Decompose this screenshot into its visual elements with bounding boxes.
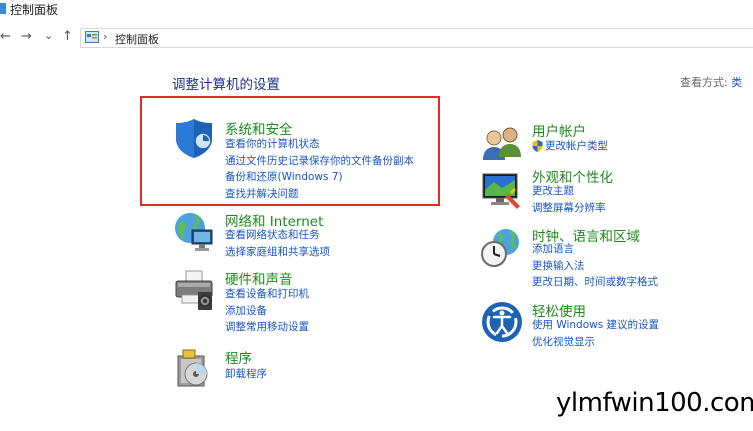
clock-language-links: 添加语言 更换输入法 更改日期、时间或数字格式 (532, 241, 658, 291)
link-change-input-method[interactable]: 更换输入法 (532, 258, 658, 275)
link-optimize-visual-display[interactable]: 优化视觉显示 (532, 334, 659, 351)
programs-disc-icon (177, 349, 208, 387)
appearance-links: 更改主题 调整屏幕分辨率 (532, 183, 606, 216)
link-homegroup-sharing[interactable]: 选择家庭组和共享选项 (225, 244, 330, 261)
watermark: ylmfwin100.com (556, 388, 753, 418)
control-panel-icon (0, 3, 6, 14)
network-internet-links: 查看网络状态和任务 选择家庭组和共享选项 (225, 227, 330, 260)
breadcrumb-separator-icon: › (103, 30, 108, 43)
link-mobility-settings[interactable]: 调整常用移动设置 (225, 319, 309, 336)
link-add-language[interactable]: 添加语言 (532, 241, 658, 258)
link-uninstall-program[interactable]: 卸载程序 (225, 366, 267, 383)
category-system-security[interactable]: 系统和安全 (225, 118, 293, 138)
user-accounts-icon (483, 127, 521, 160)
link-add-device[interactable]: 添加设备 (225, 303, 309, 320)
address-bar[interactable]: › 控制面板 (80, 28, 753, 48)
uac-shield-icon (532, 140, 543, 152)
hardware-sound-links: 查看设备和打印机 添加设备 调整常用移动设置 (225, 286, 309, 336)
view-by-label: 查看方式: (680, 76, 728, 89)
up-icon[interactable]: ↑ (62, 29, 73, 44)
forward-icon[interactable]: → (21, 29, 32, 44)
recent-locations-icon[interactable]: ⌄ (44, 29, 53, 42)
link-network-status[interactable]: 查看网络状态和任务 (225, 227, 330, 244)
link-backup-restore[interactable]: 备份和还原(Windows 7) (225, 169, 414, 186)
link-change-date-time-format[interactable]: 更改日期、时间或数字格式 (532, 274, 658, 291)
shield-icon (176, 119, 212, 158)
ease-of-access-links: 使用 Windows 建议的设置 优化视觉显示 (532, 317, 659, 350)
link-change-account-type[interactable]: 更改帐户类型 (545, 138, 608, 155)
category-hardware-sound[interactable]: 硬件和声音 (225, 268, 293, 288)
window-title: 控制面板 (10, 3, 59, 17)
link-file-history-backup[interactable]: 通过文件历史记录保存你的文件备份副本 (225, 153, 414, 170)
programs-links: 卸载程序 (225, 366, 267, 383)
page-title: 调整计算机的设置 (172, 77, 280, 93)
ease-of-access-icon (482, 302, 522, 342)
breadcrumb-control-panel[interactable]: 控制面板 (115, 31, 159, 47)
system-security-links: 查看你的计算机状态 通过文件历史记录保存你的文件备份副本 备份和还原(Windo… (225, 136, 414, 202)
link-screen-resolution[interactable]: 调整屏幕分辨率 (532, 200, 606, 217)
view-by-dropdown[interactable]: 类 (731, 76, 742, 89)
link-devices-printers[interactable]: 查看设备和打印机 (225, 286, 309, 303)
back-icon[interactable]: ← (0, 29, 11, 44)
network-globe-icon (175, 213, 213, 251)
link-view-computer-status[interactable]: 查看你的计算机状态 (225, 136, 414, 153)
category-programs[interactable]: 程序 (225, 347, 252, 367)
clock-globe-icon (481, 229, 519, 267)
link-change-theme[interactable]: 更改主题 (532, 183, 606, 200)
appearance-monitor-icon (482, 173, 520, 209)
link-windows-recommended-settings[interactable]: 使用 Windows 建议的设置 (532, 317, 659, 334)
control-panel-address-icon (85, 31, 99, 43)
view-by: 查看方式: 类 (680, 74, 742, 90)
category-user-accounts[interactable]: 用户帐户 (532, 120, 586, 140)
printer-icon (175, 270, 213, 310)
link-troubleshoot[interactable]: 查找并解决问题 (225, 186, 414, 203)
